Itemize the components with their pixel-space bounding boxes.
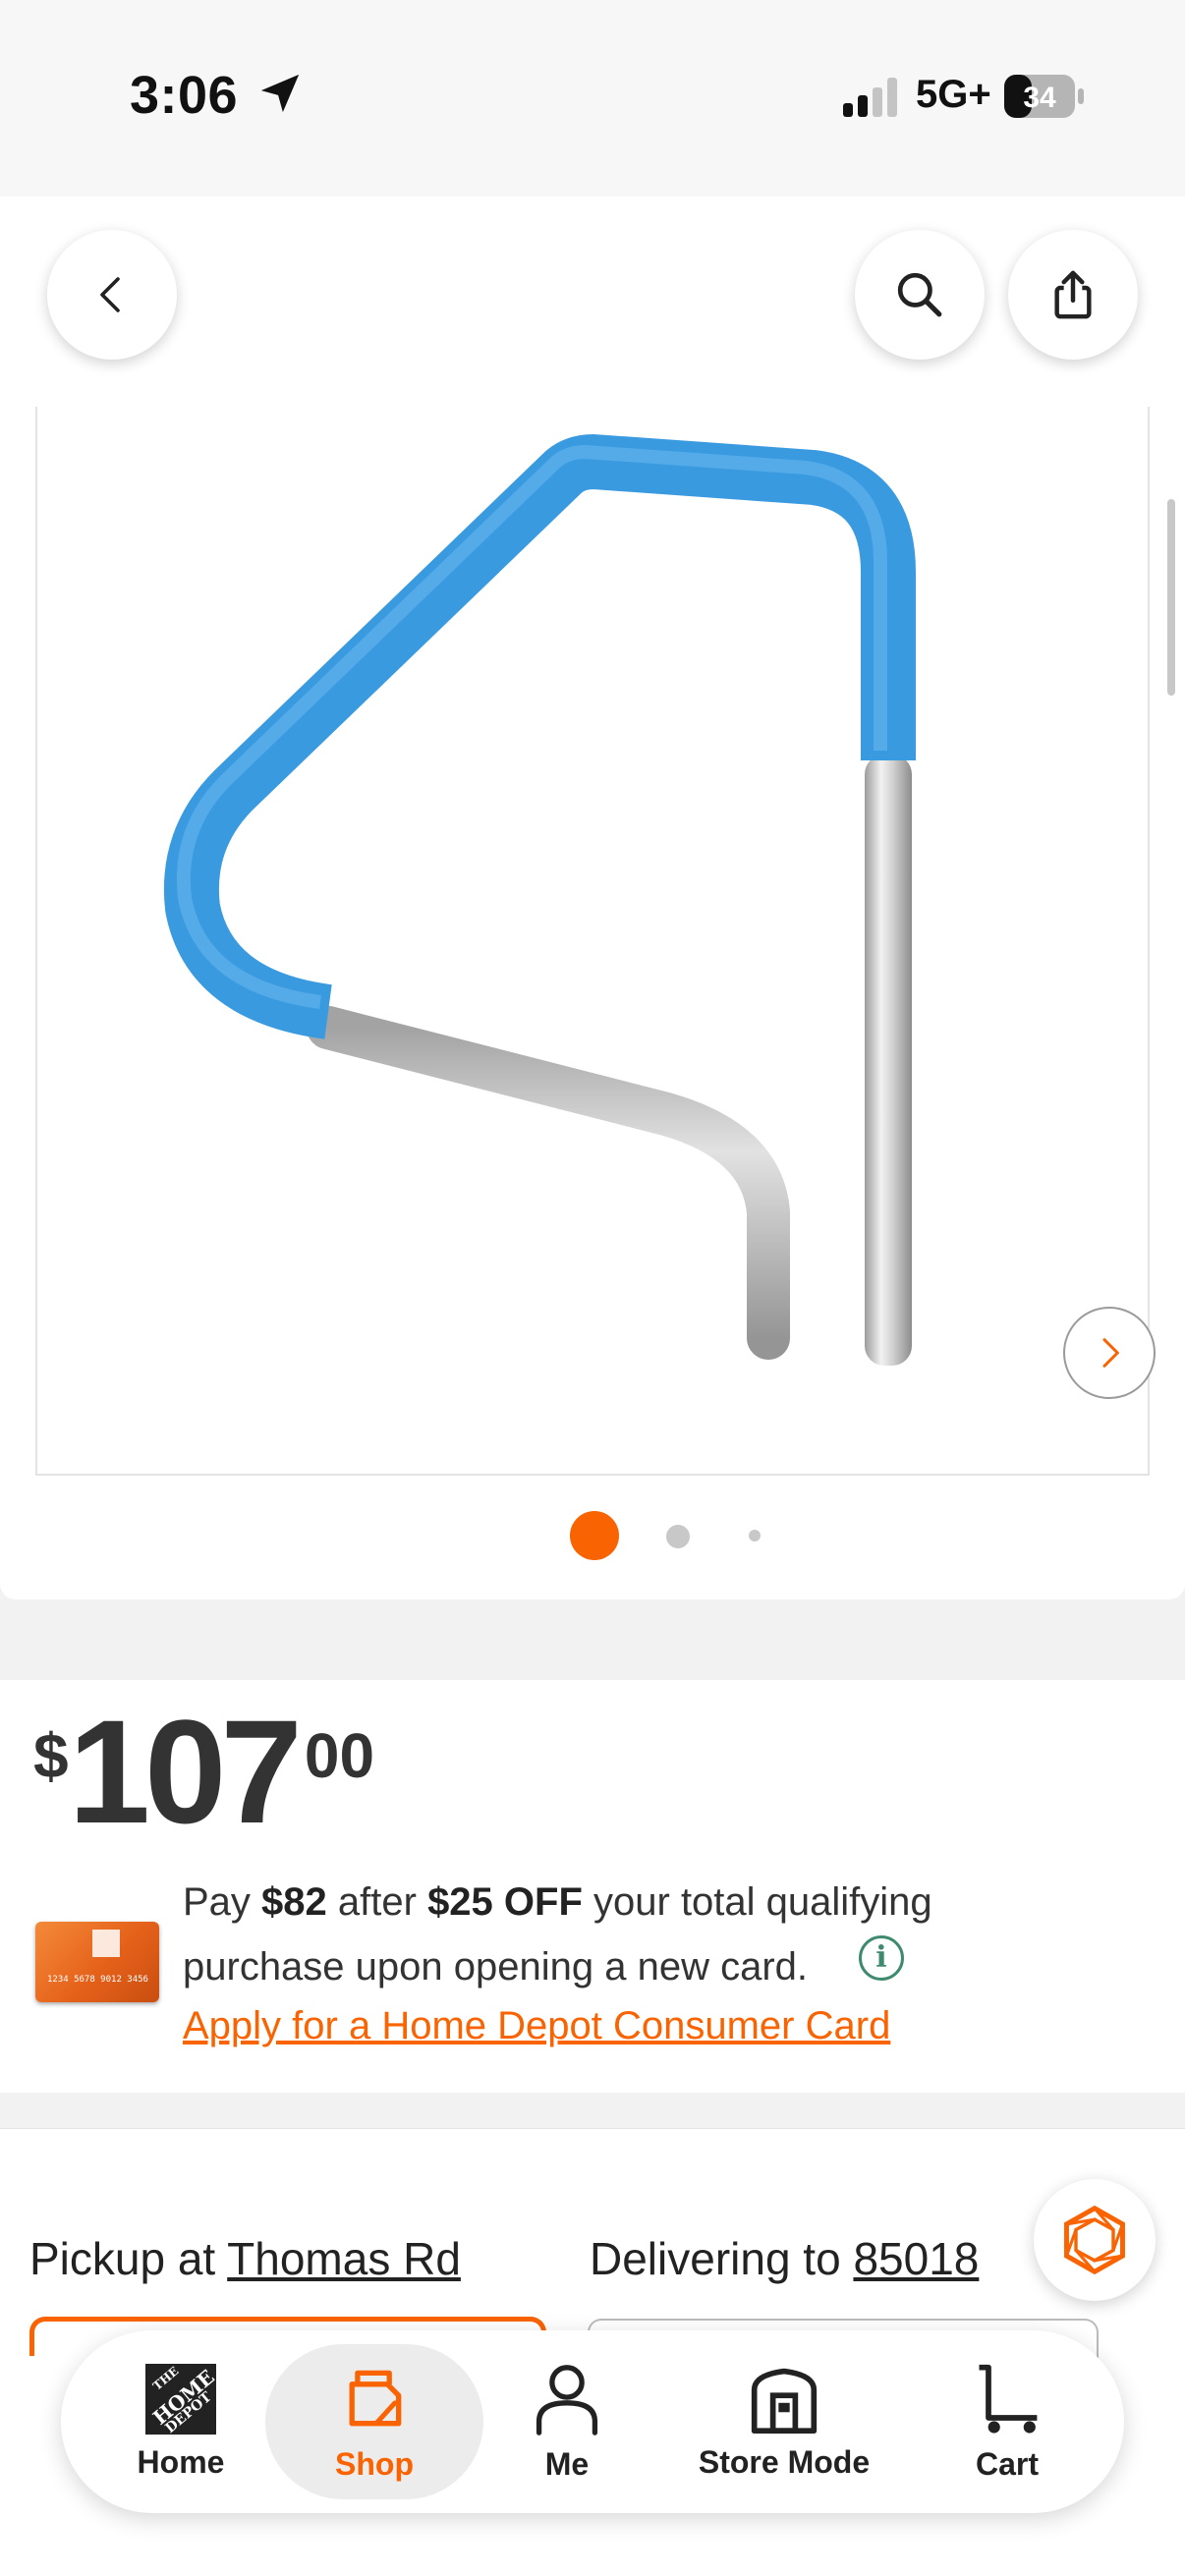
tab-label: Me [544, 2445, 590, 2482]
tab-label: Home [137, 2443, 225, 2480]
status-time: 3:06 [130, 66, 239, 125]
share-button[interactable] [1008, 230, 1138, 360]
home-depot-logo-icon [92, 1930, 120, 1957]
battery-icon: 34 [1004, 75, 1084, 118]
tab-shop[interactable]: Shop [265, 2344, 483, 2499]
pickup-prefix: Pickup at [29, 2233, 228, 2284]
tab-store-mode[interactable]: Store Mode [666, 2330, 902, 2513]
location-arrow-icon [260, 74, 300, 113]
gallery-dot[interactable] [749, 1530, 761, 1541]
gallery-dot-active[interactable] [570, 1511, 619, 1560]
scroll-indicator[interactable] [1167, 499, 1175, 696]
info-icon[interactable]: i [859, 1935, 904, 1981]
assistant-button[interactable] [1034, 2179, 1156, 2301]
gallery-dot[interactable] [666, 1525, 690, 1548]
tab-cart[interactable]: Cart [933, 2330, 1081, 2513]
tab-label: Cart [975, 2445, 1039, 2482]
cell-signal-icon [843, 78, 897, 117]
promo-text: after [326, 1880, 428, 1924]
delivery-zip-link[interactable]: 85018 [853, 2233, 979, 2284]
apply-card-link[interactable]: Apply for a Home Depot Consumer Card [183, 2004, 890, 2048]
battery-level: 34 [1023, 82, 1056, 114]
pickup-store-link[interactable]: Thomas Rd [227, 2233, 461, 2284]
chevron-right-icon [1102, 1338, 1119, 1368]
back-button[interactable] [47, 230, 177, 360]
promo-pay-amount: $82 [261, 1880, 327, 1924]
card-number: 1234 5678 9012 3456 [47, 1975, 148, 1985]
price-dollars: 107 [68, 1689, 303, 1854]
pickup-location: Pickup at Thomas Rd [29, 2232, 461, 2285]
product-image-gallery[interactable] [35, 407, 1156, 1476]
promo-text: Pay [183, 1880, 262, 1924]
credit-card-image: 1234 5678 9012 3456 [35, 1922, 159, 2002]
price-currency: $ [33, 1720, 69, 1791]
deliver-prefix: Delivering to [590, 2233, 854, 2284]
hexagon-assistant-icon [1064, 2205, 1125, 2275]
tab-label: Shop [335, 2445, 414, 2482]
tab-label: Store Mode [698, 2443, 871, 2480]
search-icon [897, 272, 942, 317]
product-price: $ 107 00 [33, 1698, 374, 1845]
network-type: 5G+ [916, 73, 991, 116]
bottom-tab-bar: THE HOME DEPOT Home Shop Me Store Mode C… [61, 2330, 1124, 2513]
share-icon [1054, 270, 1092, 319]
delivery-location: Delivering to 85018 [590, 2232, 979, 2285]
chevron-left-icon [100, 277, 120, 312]
promo-discount: $25 OFF [427, 1880, 583, 1924]
gallery-next-button[interactable] [1063, 1307, 1156, 1399]
search-button[interactable] [855, 230, 985, 360]
status-bar: 3:06 5G+ 34 [0, 0, 1185, 196]
shop-tag-icon [349, 2370, 402, 2426]
store-icon [751, 2368, 818, 2434]
promo-text: your total qualifying [582, 1880, 932, 1924]
promo-line-1: Pay $82 after $25 OFF your total qualify… [183, 1878, 932, 1926]
person-icon [536, 2364, 598, 2436]
cart-icon [979, 2364, 1038, 2434]
tab-home[interactable]: THE HOME DEPOT Home [102, 2330, 259, 2513]
home-depot-logo-icon: THE HOME DEPOT [145, 2363, 216, 2435]
tab-me[interactable]: Me [493, 2330, 641, 2513]
product-image-pool-handrail [163, 434, 916, 1366]
price-cents: 00 [304, 1720, 375, 1791]
promo-line-2: purchase upon opening a new card. [183, 1945, 809, 1988]
